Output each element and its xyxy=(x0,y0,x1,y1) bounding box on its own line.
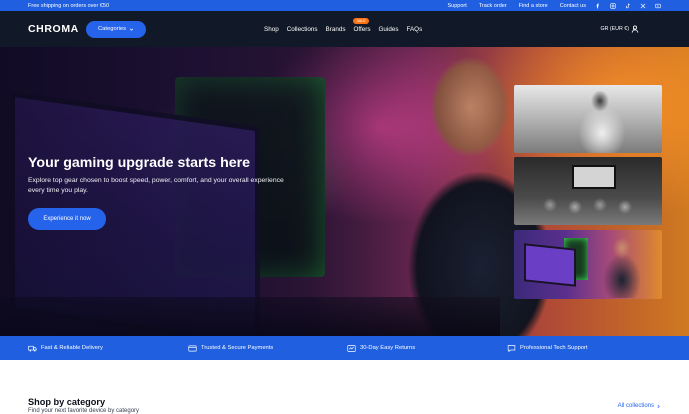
nav-item-offers[interactable]: SALE Offers xyxy=(353,17,371,33)
nav-item-shop[interactable]: Shop xyxy=(264,26,279,33)
promo-bar: Free shipping on orders over €50 Support… xyxy=(0,0,689,11)
return-icon xyxy=(347,344,356,352)
youtube-icon[interactable] xyxy=(654,2,661,9)
feature-support: Professional Tech Support xyxy=(507,336,588,360)
feature-returns: 30-Day Easy Returns xyxy=(347,336,415,360)
features-strip: Fast & Reliable Delivery Trusted & Secur… xyxy=(0,336,689,360)
hero-subtitle: Explore top gear chosen to boost speed, … xyxy=(28,177,284,194)
chevron-down-icon xyxy=(129,28,134,31)
main-nav: CHROMA Categories Shop Collections Brand… xyxy=(0,11,689,47)
feature-payments: Trusted & Secure Payments xyxy=(188,336,273,360)
hero-thumbnail-3[interactable] xyxy=(514,230,662,299)
shop-section-title: Shop by category xyxy=(28,397,106,407)
feature-label: 30-Day Easy Returns xyxy=(360,345,416,351)
chat-icon xyxy=(507,344,516,352)
tiktok-icon[interactable] xyxy=(624,2,631,9)
chevron-right-icon xyxy=(657,404,660,408)
all-collections-label: All collections xyxy=(617,403,654,409)
promo-text: Free shipping on orders over €50 xyxy=(28,2,110,9)
shop-section-subtitle: Find your next favorite device by catego… xyxy=(28,408,140,414)
x-icon[interactable] xyxy=(639,2,646,9)
all-collections-link[interactable]: All collections xyxy=(618,403,661,409)
instagram-icon[interactable] xyxy=(609,2,616,9)
social-links xyxy=(594,2,661,9)
hero-cta-button[interactable]: Experience it now xyxy=(28,208,106,230)
user-icon[interactable] xyxy=(631,25,639,33)
nav-item-collections[interactable]: Collections xyxy=(287,26,318,33)
offers-badge: SALE xyxy=(353,17,369,24)
logo[interactable]: CHROMA xyxy=(28,23,86,35)
hero-thumbnail-2[interactable] xyxy=(514,157,662,225)
hero-title: Your gaming upgrade starts here xyxy=(28,155,251,171)
contact-link[interactable]: Contact us xyxy=(560,3,586,9)
support-link[interactable]: Support xyxy=(447,3,466,9)
find-store-link[interactable]: Find a store xyxy=(519,3,548,9)
nav-menu: Shop Collections Brands SALE Offers Guid… xyxy=(264,11,422,47)
nav-item-offers-label: Offers xyxy=(353,25,371,33)
card-icon xyxy=(188,345,197,351)
categories-label: Categories xyxy=(98,26,127,32)
feature-label: Professional Tech Support xyxy=(520,345,588,351)
top-links: Support Track order Find a store Contact… xyxy=(447,3,586,9)
nav-item-faqs[interactable]: FAQs xyxy=(406,26,422,33)
nav-item-guides[interactable]: Guides xyxy=(379,26,399,33)
hero-thumbnail-1[interactable] xyxy=(514,85,662,153)
hero-banner: Your gaming upgrade starts here Explore … xyxy=(0,47,689,336)
locale-label: GR (EUR €) xyxy=(600,26,629,32)
track-order-link[interactable]: Track order xyxy=(479,3,507,9)
nav-item-brands[interactable]: Brands xyxy=(326,26,346,33)
truck-icon xyxy=(28,345,37,351)
facebook-icon[interactable] xyxy=(594,2,601,9)
feature-delivery: Fast & Reliable Delivery xyxy=(28,336,103,360)
categories-button[interactable]: Categories xyxy=(86,20,147,38)
feature-label: Trusted & Secure Payments xyxy=(201,345,274,351)
feature-label: Fast & Reliable Delivery xyxy=(41,345,103,351)
